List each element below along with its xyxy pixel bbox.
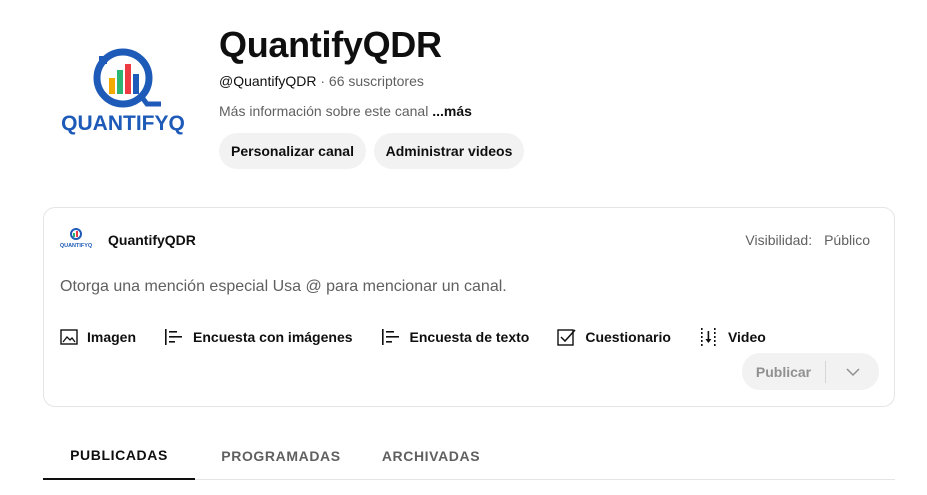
tab-published[interactable]: PUBLICADAS bbox=[43, 432, 195, 480]
visibility-selector[interactable]: Visibilidad: Público bbox=[745, 232, 870, 248]
channel-handle: @QuantifyQDR bbox=[219, 73, 317, 89]
meta-separator: · bbox=[316, 73, 329, 89]
tool-text-poll[interactable]: Encuesta de texto bbox=[381, 328, 529, 346]
more-link[interactable]: ...más bbox=[432, 103, 472, 119]
attachment-toolbar: Imagen Encuesta con imágenes Encuesta de… bbox=[60, 326, 794, 348]
channel-avatar[interactable]: QUANTIFYQ bbox=[43, 18, 203, 178]
tab-archived[interactable]: ARCHIVADAS bbox=[367, 432, 495, 479]
quiz-icon bbox=[557, 328, 576, 346]
quantify-logo-icon: QUANTIFYQ bbox=[61, 48, 185, 135]
publish-button[interactable]: Publicar bbox=[742, 353, 825, 390]
video-icon bbox=[700, 328, 716, 346]
tool-quiz[interactable]: Cuestionario bbox=[557, 328, 671, 347]
image-icon bbox=[60, 329, 78, 345]
tool-image-poll[interactable]: Encuesta con imágenes bbox=[164, 328, 353, 346]
manage-videos-button[interactable]: Administrar videos bbox=[374, 133, 524, 169]
description-text: Más información sobre este canal bbox=[219, 103, 433, 119]
composer-author: QuantifyQDR bbox=[108, 232, 196, 248]
publish-button-group: Publicar bbox=[742, 353, 879, 390]
post-composer: QUANTIFYQ QuantifyQDR Visibilidad: Públic… bbox=[43, 207, 895, 407]
text-poll-icon bbox=[381, 329, 399, 345]
channel-title: QuantifyQDR bbox=[219, 24, 442, 65]
chevron-down-icon bbox=[845, 367, 860, 376]
post-tabs: PUBLICADAS PROGRAMADAS ARCHIVADAS bbox=[43, 432, 895, 480]
svg-text:QUANTIFYQ: QUANTIFYQ bbox=[61, 112, 185, 135]
composer-avatar-icon: QUANTIFYQ bbox=[60, 228, 92, 249]
customize-channel-button[interactable]: Personalizar canal bbox=[219, 133, 366, 169]
subscriber-count: 66 suscriptores bbox=[328, 73, 424, 89]
publish-options-button[interactable] bbox=[826, 353, 879, 390]
visibility-label: Visibilidad: bbox=[745, 232, 813, 248]
channel-meta: @QuantifyQDR · 66 suscriptores bbox=[219, 73, 424, 89]
tool-video[interactable]: Video bbox=[699, 327, 766, 347]
tab-scheduled[interactable]: PROGRAMADAS bbox=[195, 432, 367, 479]
visibility-value[interactable]: Público bbox=[824, 232, 870, 248]
post-input[interactable]: Otorga una mención especial Usa @ para m… bbox=[60, 278, 507, 296]
channel-description[interactable]: Más información sobre este canal ...más bbox=[219, 103, 472, 119]
image-poll-icon bbox=[165, 329, 183, 345]
tool-image[interactable]: Imagen bbox=[60, 328, 136, 346]
svg-text:QUANTIFYQ: QUANTIFYQ bbox=[60, 243, 92, 249]
